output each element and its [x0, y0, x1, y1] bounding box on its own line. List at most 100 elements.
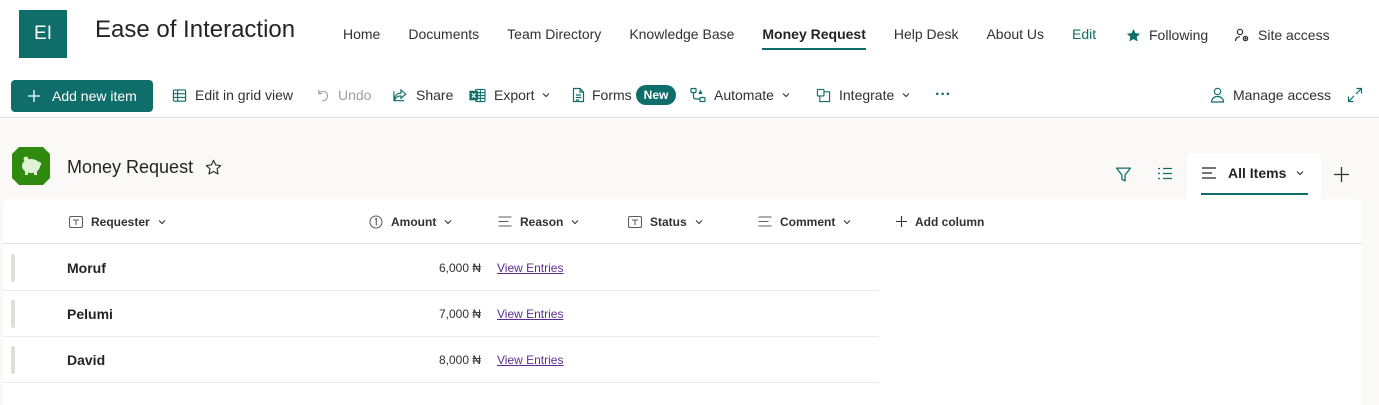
more-options-label: ···: [935, 86, 951, 103]
add-new-item-label: Add new item: [52, 88, 137, 104]
forms-button[interactable]: Forms New: [572, 72, 677, 118]
add-column-button[interactable]: Add column: [896, 199, 984, 244]
favorite-star-icon[interactable]: [205, 159, 222, 176]
plus-icon: [28, 90, 40, 102]
cell-amount: 8,000 ₦: [438, 353, 481, 367]
export-button[interactable]: Export: [469, 72, 550, 118]
plus-icon: [896, 216, 907, 227]
list-grid: Requester Amount Reason Status Comment A…: [3, 199, 1362, 405]
cell-reason-link[interactable]: View Entries: [497, 291, 563, 337]
row-selection-handle[interactable]: [11, 346, 15, 374]
chevron-down-icon: [444, 219, 452, 224]
site-header: EI Ease of Interaction Home Documents Te…: [0, 0, 1379, 70]
add-column-label: Add column: [915, 214, 985, 229]
nav-item-money-request[interactable]: Money Request: [762, 0, 867, 70]
following-button[interactable]: Following: [1126, 0, 1208, 70]
chevron-down-icon: [543, 93, 550, 98]
nav-edit-link[interactable]: Edit: [1072, 0, 1096, 70]
integrate-label: Integrate: [839, 87, 895, 103]
chevron-down-icon: [695, 219, 703, 224]
manage-access-button[interactable]: Manage access: [1210, 72, 1331, 118]
grid-header-row: Requester Amount Reason Status Comment A…: [3, 199, 1362, 244]
multiline-field-icon: [758, 216, 772, 227]
manage-access-label: Manage access: [1233, 87, 1332, 103]
view-selector-all-items[interactable]: All Items: [1187, 153, 1321, 199]
integrate-button[interactable]: Integrate: [816, 72, 910, 118]
more-options-button[interactable]: ···: [935, 72, 951, 118]
forms-label: Forms: [592, 87, 632, 103]
person-icon: [1210, 87, 1225, 103]
edit-grid-view-label: Edit in grid view: [195, 87, 294, 103]
chevron-down-icon: [902, 93, 910, 98]
site-logo[interactable]: EI: [19, 10, 67, 58]
site-nav: Home Documents Team Directory Knowledge …: [343, 0, 1124, 70]
chevron-down-icon: [1296, 171, 1304, 176]
site-access-label: Site access: [1258, 27, 1330, 43]
site-logo-initials: EI: [34, 23, 52, 44]
chevron-down-icon: [843, 219, 851, 224]
number-field-icon: [369, 214, 383, 229]
cell-reason-link[interactable]: View Entries: [497, 245, 563, 291]
share-icon: [393, 88, 407, 101]
grid-view-icon: [172, 88, 187, 102]
automate-button[interactable]: Automate: [690, 72, 790, 118]
share-button[interactable]: Share: [392, 72, 453, 118]
column-header-label: Comment: [780, 214, 836, 229]
nav-item-home[interactable]: Home: [343, 0, 380, 70]
table-row[interactable]: Pelumi 7,000 ₦ View Entries: [3, 291, 879, 337]
automate-label: Automate: [714, 87, 774, 103]
column-header-label: Amount: [391, 214, 437, 229]
site-access-button[interactable]: Site access: [1234, 0, 1330, 70]
cell-requester[interactable]: David: [67, 337, 105, 383]
edit-grid-view-button[interactable]: Edit in grid view: [172, 72, 293, 118]
undo-label: Undo: [338, 87, 372, 103]
nav-item-documents[interactable]: Documents: [408, 0, 479, 70]
star-filled-icon: [1126, 28, 1141, 41]
column-header-amount[interactable]: Amount: [369, 199, 452, 244]
multiline-field-icon: [498, 216, 512, 227]
table-row[interactable]: David 8,000 ₦ View Entries: [3, 337, 879, 383]
following-label: Following: [1149, 27, 1209, 43]
nav-item-knowledge-base[interactable]: Knowledge Base: [629, 0, 734, 70]
text-field-icon: [69, 215, 83, 228]
expand-button[interactable]: [1347, 72, 1371, 118]
row-selection-handle[interactable]: [11, 300, 15, 328]
column-header-comment[interactable]: Comment: [758, 199, 851, 244]
nav-item-team-directory[interactable]: Team Directory: [507, 0, 601, 70]
undo-button[interactable]: Undo: [315, 72, 371, 118]
column-header-status[interactable]: Status: [628, 199, 703, 244]
filter-icon[interactable]: [1115, 166, 1132, 183]
row-selection-handle[interactable]: [11, 254, 15, 282]
automate-flow-icon: [690, 87, 706, 103]
view-list-options-icon[interactable]: [1157, 166, 1173, 182]
view-tab-underline: [1201, 193, 1308, 195]
column-header-reason[interactable]: Reason: [498, 199, 579, 244]
column-header-label: Status: [650, 214, 687, 229]
list-lines-icon: [1202, 167, 1216, 179]
excel-icon: [469, 88, 486, 102]
cell-amount: 6,000 ₦: [438, 261, 481, 275]
column-header-label: Requester: [91, 214, 150, 229]
column-header-label: Reason: [520, 214, 564, 229]
nav-item-help-desk[interactable]: Help Desk: [894, 0, 959, 70]
column-header-requester[interactable]: Requester: [69, 199, 166, 244]
list-content-area: Money Request All Items Requester Amount: [0, 119, 1379, 405]
cell-reason-link[interactable]: View Entries: [497, 337, 563, 383]
cell-requester[interactable]: Moruf: [67, 245, 106, 291]
text-field-icon: [628, 215, 642, 228]
site-title[interactable]: Ease of Interaction: [95, 16, 295, 44]
export-label: Export: [494, 87, 535, 103]
share-label: Share: [416, 87, 454, 103]
command-bar: Add new item Edit in grid view Undo Shar…: [0, 72, 1379, 118]
list-title: Money Request: [67, 157, 194, 177]
nav-item-about-us[interactable]: About Us: [986, 0, 1044, 70]
piggy-bank-list-icon: [12, 147, 50, 185]
undo-icon: [318, 89, 329, 101]
cell-requester[interactable]: Pelumi: [67, 291, 113, 337]
chevron-down-icon: [158, 219, 166, 224]
forms-new-badge: New: [635, 85, 677, 105]
table-row[interactable]: Moruf 6,000 ₦ View Entries: [3, 245, 879, 291]
add-view-plus-icon[interactable]: [1334, 167, 1349, 182]
expand-icon: [1347, 87, 1363, 103]
add-new-item-button[interactable]: Add new item: [11, 80, 153, 112]
